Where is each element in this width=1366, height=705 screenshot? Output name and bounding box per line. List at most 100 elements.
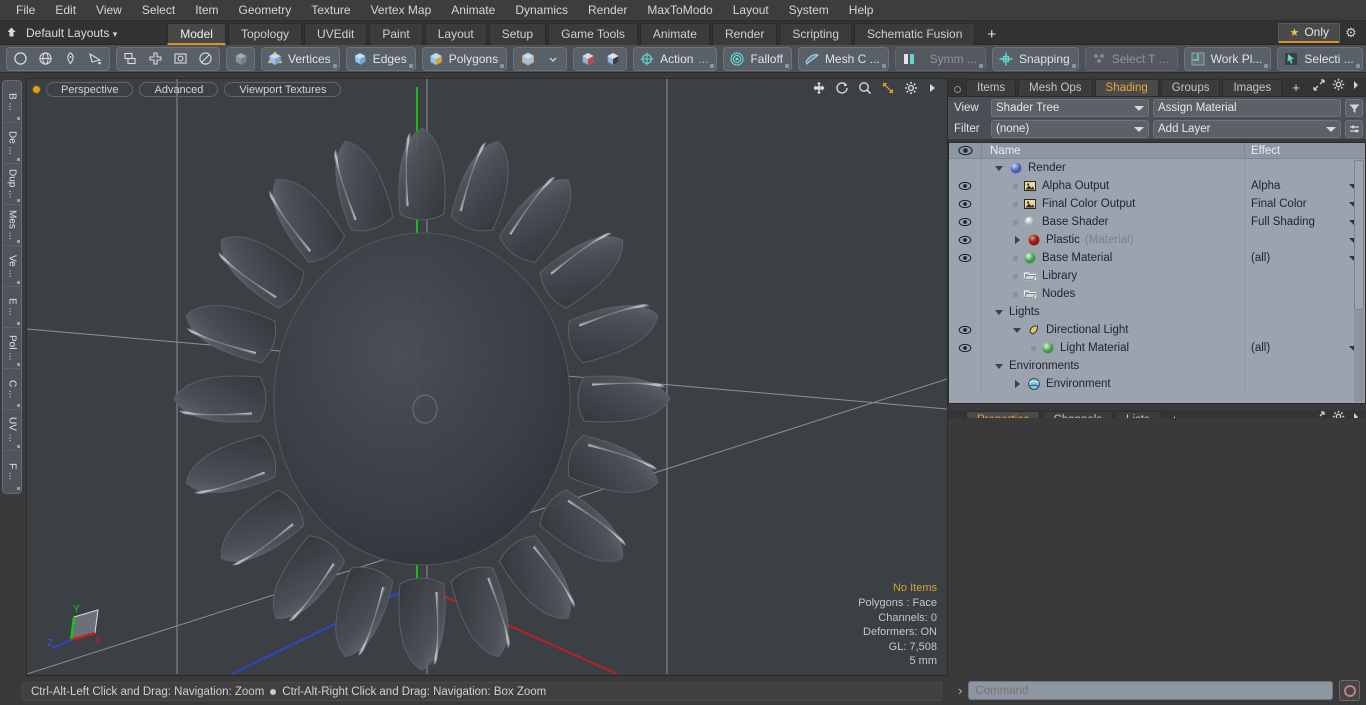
move-icon[interactable] [812,81,826,98]
viewport-canvas[interactable] [27,79,947,674]
menu-item-select[interactable]: Select [132,0,185,21]
menu-item-dynamics[interactable]: Dynamics [505,0,578,21]
selection-mode-vertices[interactable]: Vertices [261,46,340,71]
left-tool-c[interactable]: C ... [3,369,21,410]
twirl-right-icon[interactable] [1013,235,1022,245]
box-select-icon[interactable] [168,48,193,70]
menu-item-view[interactable]: View [86,0,132,21]
radial-icon[interactable] [193,48,218,70]
shader-tree-row-effect-cell[interactable]: (all) [1245,339,1365,357]
menu-item-item[interactable]: Item [185,0,228,21]
gear-icon[interactable] [904,81,918,98]
chevron-right-icon[interactable] [927,82,937,97]
layout-tab-render[interactable]: Render [711,22,778,45]
gear-icon[interactable] [1332,78,1345,94]
shader-tree-row[interactable]: Plastic (Material) [949,231,1365,249]
eye-icon[interactable] [949,321,982,339]
menu-item-help[interactable]: Help [839,0,884,21]
shader-tree-row[interactable]: Nodes [949,285,1365,303]
select-through-button[interactable]: Select T ... [1084,46,1178,71]
layout-tab-scripting[interactable]: Scripting [779,22,852,45]
shader-tree-row[interactable]: Directional Light [949,321,1365,339]
eye-icon[interactable] [949,339,982,357]
center-icon[interactable] [143,48,168,70]
cube-gray-icon[interactable] [228,48,253,70]
twirl-down-icon[interactable] [995,362,1004,371]
left-tool-ve[interactable]: Ve ... [3,246,21,287]
eye-icon[interactable] [949,213,982,231]
left-tool-e[interactable]: E ... [3,287,21,328]
layout-tab-model[interactable]: Model [167,22,226,45]
panel-menu-dot-icon[interactable] [954,86,961,93]
shader-tree-row-effect-cell[interactable]: Full Shading [1245,213,1365,231]
shader-tree-row-effect-cell[interactable]: Final Color [1245,195,1365,213]
curve-icon[interactable] [83,48,108,70]
shader-tree-row[interactable]: Light Material (all) [949,339,1365,357]
tab-images[interactable]: Images [1222,79,1283,96]
menu-item-edit[interactable]: Edit [45,0,86,21]
paint-cube-2-icon[interactable] [600,48,625,70]
twirl-right-icon[interactable] [1013,379,1022,389]
menu-item-layout[interactable]: Layout [723,0,779,21]
falloff-button[interactable]: Falloff [723,46,792,71]
shader-tree-row[interactable]: Base Material (all) [949,249,1365,267]
left-tool-mes[interactable]: Mes ... [3,205,21,246]
add-layout-tab-button[interactable]: + [977,25,1006,45]
viewport-perspective-button[interactable]: Perspective [46,81,134,97]
eye-icon[interactable] [949,249,982,267]
layout-tab-layout[interactable]: Layout [424,22,487,45]
menu-item-render[interactable]: Render [578,0,637,21]
add-layer-dropdown[interactable]: Add Layer [1153,120,1341,138]
twirl-down-icon[interactable] [995,308,1004,317]
tab-shading[interactable]: Shading [1094,79,1159,96]
layout-tab-animate[interactable]: Animate [639,22,710,45]
gear-icon[interactable]: ⚙ [1340,25,1362,41]
selection-sets-button[interactable]: Selecti ... [1277,46,1363,71]
tab-groups[interactable]: Groups [1160,79,1221,96]
chevron-right-icon[interactable] [1352,80,1360,93]
twirl-down-icon[interactable] [1013,326,1022,335]
pen-icon[interactable] [58,48,83,70]
shader-tree-row[interactable]: Environment [949,375,1365,393]
shader-tree-row[interactable]: Render [949,159,1365,177]
tab-mesh-ops[interactable]: Mesh Ops [1018,79,1093,96]
left-tool-pol[interactable]: Pol ... [3,328,21,369]
zoom-icon[interactable] [858,81,872,98]
viewport-textures-button[interactable]: Viewport Textures [224,81,342,97]
shader-tree-row[interactable]: Final Color Output Final Color [949,195,1365,213]
fit-icon[interactable] [881,81,895,98]
left-tool-f[interactable]: F ... [3,451,21,492]
command-record-button[interactable] [1339,680,1360,701]
shader-tree-row[interactable]: Lights [949,303,1365,321]
list-options-icon[interactable] [1345,120,1363,138]
shader-tree-row[interactable]: Library [949,267,1365,285]
filter-dropdown[interactable]: (none) [991,120,1149,138]
assign-material-button[interactable]: Assign Material [1153,99,1341,117]
shader-tree-row-effect-cell[interactable]: (all) [1245,249,1365,267]
left-tool-b[interactable]: B ... [3,82,21,123]
circle-icon[interactable] [8,48,33,70]
shader-tree-row[interactable]: Alpha Output Alpha [949,177,1365,195]
menu-item-vertex-map[interactable]: Vertex Map [361,0,442,21]
globe-icon[interactable] [33,48,58,70]
shader-tree-scrollbar[interactable] [1354,160,1364,402]
twirl-down-icon[interactable] [995,164,1004,173]
layout-tab-game-tools[interactable]: Game Tools [548,22,638,45]
left-tool-uv[interactable]: UV ... [3,410,21,451]
left-tool-dup[interactable]: Dup ... [3,164,21,205]
eye-icon[interactable] [949,195,982,213]
shader-tree-row-effect-cell[interactable] [1245,231,1365,249]
only-button[interactable]: ★ Only [1278,22,1340,43]
menu-item-texture[interactable]: Texture [301,0,360,21]
rotate-icon[interactable] [835,81,849,98]
chevron-down-icon[interactable] [540,48,565,70]
menu-item-file[interactable]: File [6,0,45,21]
command-input[interactable] [968,681,1333,700]
menu-item-maxtomodo[interactable]: MaxToModo [637,0,722,21]
viewport-advanced-button[interactable]: Advanced [139,81,219,97]
view-dropdown[interactable]: Shader Tree [991,99,1149,117]
layout-tab-topology[interactable]: Topology [227,22,302,45]
shader-tree-row[interactable]: Environments [949,357,1365,375]
snapping-button[interactable]: Snapping [991,46,1079,71]
menu-item-system[interactable]: System [779,0,839,21]
